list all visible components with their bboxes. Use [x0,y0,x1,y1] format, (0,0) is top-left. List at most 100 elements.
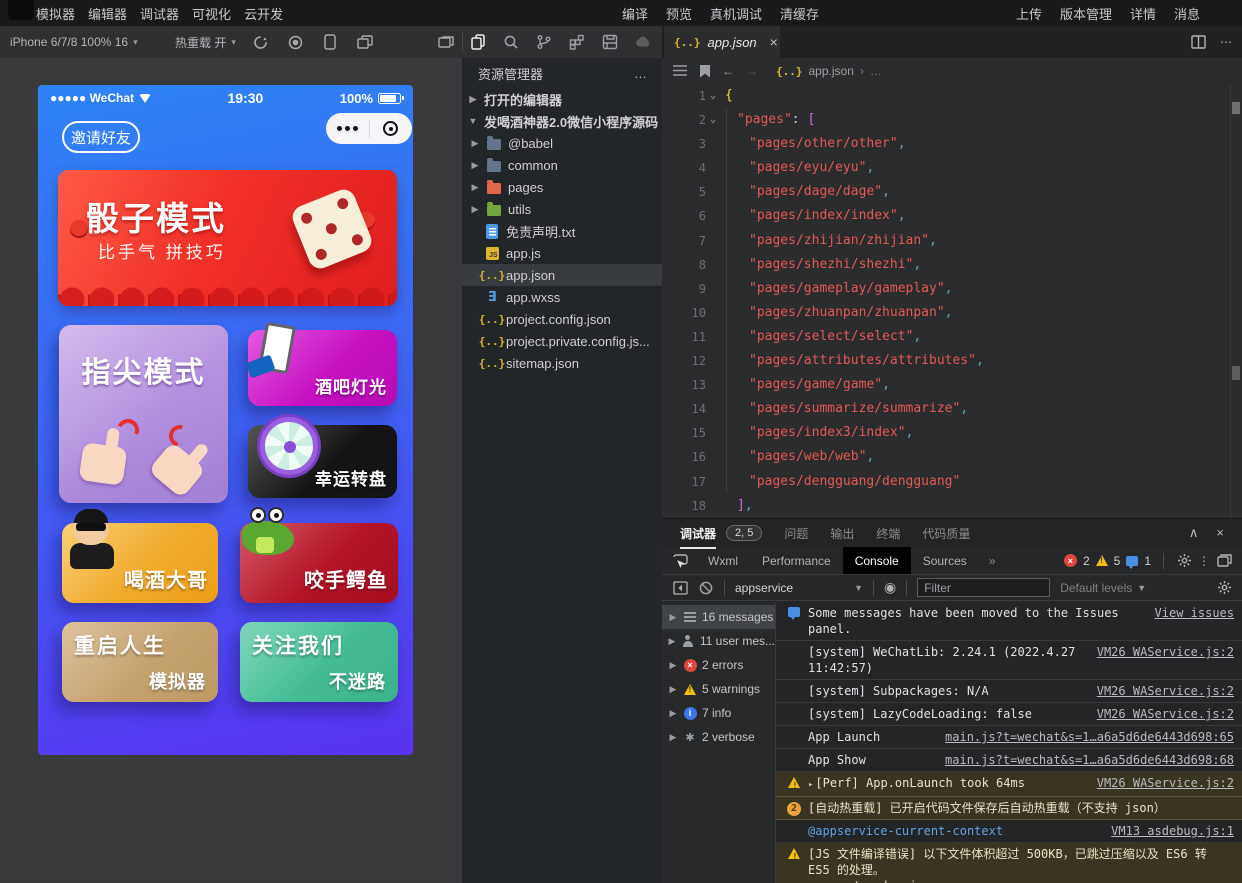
expand-icon[interactable]: ▸ [808,780,813,790]
file-item-project.private.config.js...[interactable]: {..}project.private.config.js... [462,330,662,352]
files-icon[interactable] [470,34,486,50]
fold-icon[interactable]: ⌄ [710,84,716,108]
menu-item-调试器[interactable]: 调试器 [140,4,179,23]
more-tabs-icon[interactable]: » [979,554,1006,568]
file-item-app.json[interactable]: {..}app.json [462,264,662,286]
console-message[interactable]: [system] LazyCodeLoading: falseVM26 WASe… [776,703,1242,726]
console-filter-info[interactable]: ▶i7 info [662,701,775,725]
console-message[interactable]: Some messages have been moved to the Iss… [776,602,1242,641]
menu-item-可视化[interactable]: 可视化 [192,4,231,23]
file-item-免责声明.txt[interactable]: 免责声明.txt [462,220,662,242]
menu-action-预览[interactable]: 预览 [666,4,692,23]
hot-reload-toggle[interactable]: 热重载 开 ▾ [175,26,236,58]
device-selector[interactable]: iPhone 6/7/8 100% 16 ▾ [10,26,138,58]
menu-item-编辑器[interactable]: 编辑器 [88,4,127,23]
source-link[interactable]: main.js?t=wechat&s=1…a6a5d6de6443d698:65 [935,729,1234,745]
code-line-11[interactable]: 11"pages/select/select", [662,325,1242,349]
tile-lucky-wheel[interactable]: 幸运转盘 [248,425,397,498]
eye-icon[interactable]: ◉ [884,579,896,596]
code-line-9[interactable]: 9"pages/gameplay/gameplay", [662,277,1242,301]
bookmark-icon[interactable] [700,65,710,78]
tile-follow-us[interactable]: 关注我们 不迷路 [240,622,398,702]
search-icon[interactable] [503,34,519,50]
code-line-5[interactable]: 5"pages/dage/dage", [662,180,1242,204]
tab-终端[interactable]: 终端 [876,525,900,542]
menu-action-真机调试[interactable]: 真机调试 [710,4,762,23]
code-line-7[interactable]: 7"pages/zhijian/zhijian", [662,229,1242,253]
source-link[interactable]: VM26 WAService.js:2 [1087,706,1234,722]
more-actions-icon[interactable]: … [634,66,648,81]
console-message[interactable]: @appservice-current-contextVM13 asdebug.… [776,820,1242,843]
console-message[interactable]: [system] Subpackages: N/AVM26 WAService.… [776,680,1242,703]
refresh-icon[interactable] [252,34,268,50]
capsule-more-icon[interactable] [326,126,369,131]
console-message[interactable]: App Launchmain.js?t=wechat&s=1…a6a5d6de6… [776,726,1242,749]
outline-icon[interactable] [672,63,688,79]
code-line-18[interactable]: 18], [662,494,1242,518]
dice-mode-banner[interactable]: 骰子模式 比手气 拼技巧 [58,170,397,306]
file-item-pages[interactable]: ▶pages [462,176,662,198]
open-editors-section[interactable]: ▶ 打开的编辑器 [462,88,662,110]
devtools-tab-console[interactable]: Console [843,547,911,574]
record-icon[interactable] [287,34,303,50]
code-line-13[interactable]: 13"pages/game/game", [662,373,1242,397]
console-sidebar-toggle-icon[interactable] [672,580,688,596]
console-message[interactable]: [JS 文件编译错误] 以下文件体积超过 500KB，已跳过压缩以及 ES6 转… [776,843,1242,883]
back-icon[interactable]: ← [722,64,734,78]
code-line-12[interactable]: 12"pages/attributes/attributes", [662,349,1242,373]
tab-问题[interactable]: 问题 [784,525,808,542]
file-item-utils[interactable]: ▶utils [462,198,662,220]
file-item-common[interactable]: ▶common [462,154,662,176]
menu-item-模拟器[interactable]: 模拟器 [36,4,75,23]
fold-icon[interactable]: ⌄ [710,108,716,132]
source-link[interactable]: VM26 WAService.js:2 [1087,683,1234,699]
menu-action-清缓存[interactable]: 清缓存 [780,4,819,23]
extensions-icon[interactable] [569,34,585,50]
capsule-close-icon[interactable] [370,121,413,136]
devtools-tab-wxml[interactable]: Wxml [696,547,750,574]
file-item-app.wxss[interactable]: Eapp.wxss [462,286,662,308]
code-line-4[interactable]: 4"pages/eyu/eyu", [662,156,1242,180]
file-item-project.config.json[interactable]: {..}project.config.json [462,308,662,330]
tab-代码质量[interactable]: 代码质量 [922,525,970,542]
invite-friends-button[interactable]: 邀请好友 [62,121,140,153]
context-selector[interactable]: appservice ▼ [735,581,863,595]
console-filter-user[interactable]: ▶11 user mes... [662,629,775,653]
tab-debugger[interactable]: 调试器 [680,525,716,542]
tile-fingertip-mode[interactable]: 指尖模式 [59,325,228,503]
breadcrumb-more[interactable]: … [870,64,882,78]
console-message[interactable]: App Showmain.js?t=wechat&s=1…a6a5d6de644… [776,749,1242,772]
tile-bar-lights[interactable]: 酒吧灯光 [248,330,397,406]
menu-action-版本管理[interactable]: 版本管理 [1060,4,1112,23]
console-filter-list[interactable]: ▶16 messages [662,605,775,629]
console-filter-verbose[interactable]: ▶✱2 verbose [662,725,775,749]
code-line-2[interactable]: 2⌄"pages": [ [662,108,1242,132]
tile-restart-life[interactable]: 重启人生 模拟器 [62,622,218,702]
inspect-element-icon[interactable] [672,553,688,569]
source-link[interactable]: VM26 WAService.js:2 [1087,775,1234,791]
multi-window-icon[interactable] [357,34,373,50]
source-link[interactable]: VM26 WAService.js:2 [1087,644,1234,660]
source-link[interactable]: VM13 asdebug.js:1 [1101,823,1234,839]
file-item-sitemap.json[interactable]: {..}sitemap.json [462,352,662,374]
code-line-6[interactable]: 6"pages/index/index", [662,204,1242,228]
project-root-section[interactable]: ▼ 发喝酒神器2.0微信小程序源码 [462,110,662,132]
menu-action-编译[interactable]: 编译 [622,4,648,23]
code-area[interactable]: 1⌄{2⌄"pages": [3"pages/other/other",4"pa… [662,84,1242,518]
clear-console-icon[interactable] [698,580,714,596]
menu-item-云开发[interactable]: 云开发 [244,4,283,23]
code-line-10[interactable]: 10"pages/zhuanpan/zhuanpan", [662,301,1242,325]
settings-gear-icon[interactable] [1176,553,1192,569]
console-filter-warning[interactable]: ▶5 warnings [662,677,775,701]
detach-window-icon[interactable] [438,34,454,50]
filter-input[interactable]: Filter [917,578,1050,597]
code-line-8[interactable]: 8"pages/shezhi/shezhi", [662,253,1242,277]
cloud-icon[interactable] [635,34,651,50]
tab-输出[interactable]: 输出 [830,525,854,542]
menu-action-上传[interactable]: 上传 [1016,4,1042,23]
code-line-16[interactable]: 16"pages/web/web", [662,445,1242,469]
tab-app-json[interactable]: {..} app.json × [664,26,780,58]
breadcrumb-file[interactable]: app.json [809,64,854,78]
console-message[interactable]: ▸[Perf] App.onLaunch took 64msVM26 WASer… [776,772,1242,797]
storage-icon[interactable] [602,34,618,50]
